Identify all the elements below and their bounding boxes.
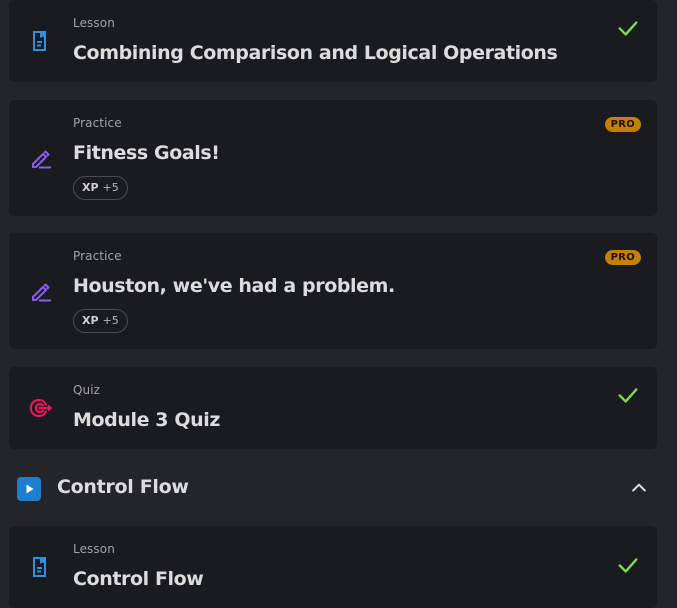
xp-value: +5 xyxy=(102,181,119,194)
checkmark-icon xyxy=(618,21,638,36)
list-item-lesson-combining[interactable]: Lesson Combining Comparison and Logical … xyxy=(9,0,657,82)
checkmark-icon xyxy=(618,388,638,403)
xp-chip: XP +5 xyxy=(73,309,128,333)
pro-badge: PRO xyxy=(604,250,641,265)
practice-pencil-icon xyxy=(32,150,51,169)
xp-label: XP xyxy=(82,314,99,327)
item-kind-label: Practice xyxy=(73,116,122,130)
lesson-doc-icon xyxy=(33,557,46,577)
list-item-lesson-control-flow[interactable]: Lesson Control Flow xyxy=(9,526,657,608)
list-item-practice-fitness-goals[interactable]: Practice Fitness Goals! PRO XP +5 xyxy=(9,100,657,216)
item-title: Fitness Goals! xyxy=(73,142,220,164)
lesson-doc-icon xyxy=(33,31,46,51)
list-item-practice-houston[interactable]: Practice Houston, we've had a problem. P… xyxy=(9,233,657,349)
item-kind-label: Lesson xyxy=(73,542,115,556)
quiz-target-icon xyxy=(29,398,53,418)
item-kind-label: Lesson xyxy=(73,16,115,30)
item-kind-label: Quiz xyxy=(73,383,101,397)
item-title: Houston, we've had a problem. xyxy=(73,275,395,297)
item-title: Module 3 Quiz xyxy=(73,409,220,431)
xp-value: +5 xyxy=(102,314,119,327)
item-kind-label: Practice xyxy=(73,249,122,263)
checkmark-icon xyxy=(618,558,638,573)
chevron-up-icon[interactable] xyxy=(629,478,649,498)
play-icon xyxy=(17,477,41,501)
section-header-control-flow[interactable]: Control Flow xyxy=(0,466,677,510)
section-title: Control Flow xyxy=(57,476,189,498)
xp-chip: XP +5 xyxy=(73,176,128,200)
xp-label: XP xyxy=(82,181,99,194)
practice-pencil-icon xyxy=(32,283,51,302)
item-title: Control Flow xyxy=(73,568,204,590)
course-module-list: Lesson Combining Comparison and Logical … xyxy=(0,0,677,608)
list-item-quiz-module-3[interactable]: Quiz Module 3 Quiz xyxy=(9,367,657,449)
item-title: Combining Comparison and Logical Operati… xyxy=(73,42,558,64)
pro-badge: PRO xyxy=(604,117,641,132)
